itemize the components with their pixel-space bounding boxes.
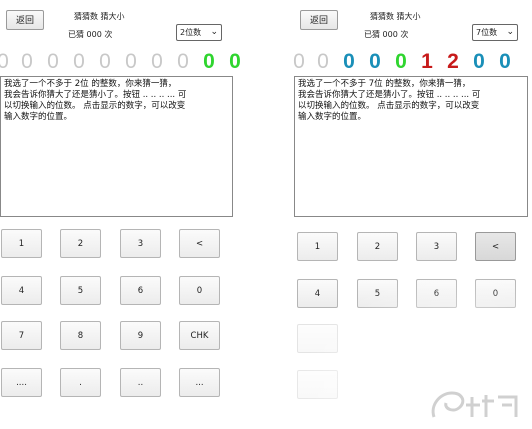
digits-switch-3-button[interactable]: ... — [179, 368, 220, 397]
digits-switch-1-button[interactable]: . — [60, 368, 101, 397]
digit-2[interactable]: 0 — [40, 49, 66, 75]
key-2[interactable]: 2 — [357, 232, 398, 261]
digit-7[interactable]: 0 — [466, 49, 492, 75]
digit-4[interactable]: 0 — [92, 49, 118, 75]
key-0[interactable]: 0 — [475, 279, 516, 308]
key-3[interactable]: 3 — [120, 229, 161, 258]
key-1[interactable]: 1 — [297, 232, 338, 261]
key-3[interactable]: 3 — [416, 232, 457, 261]
digit-count-select[interactable]: 7位数 ⌄ — [472, 24, 518, 41]
key-6[interactable]: 6 — [120, 276, 161, 305]
digit-4[interactable]: 0 — [388, 49, 414, 75]
digit-0[interactable]: 0 — [288, 49, 310, 75]
digit-count-select[interactable]: 2位数 ⌄ — [176, 24, 222, 41]
guess-count: 已猜 000 次 — [364, 30, 409, 39]
digit-count-value: 2位数 — [180, 28, 202, 37]
digit-display: 0 0 0 0 0 1 2 0 0 — [288, 49, 518, 75]
digit-1[interactable]: 0 — [14, 49, 40, 75]
digit-8[interactable]: 0 — [492, 49, 518, 75]
digit-6[interactable]: 0 — [144, 49, 170, 75]
digit-1[interactable]: 0 — [310, 49, 336, 75]
digit-5[interactable]: 1 — [414, 49, 440, 75]
digit-2[interactable]: 0 — [336, 49, 362, 75]
digit-3[interactable]: 0 — [66, 49, 92, 75]
digit-count-value: 7位数 — [476, 28, 498, 37]
digit-7[interactable]: 0 — [170, 49, 196, 75]
digit-display: 0 0 0 0 0 0 0 0 0 0 — [0, 49, 248, 75]
game-title: 猜猜数 猜大小 — [370, 12, 421, 21]
guess-count: 已猜 000 次 — [68, 30, 113, 39]
key-0[interactable]: 0 — [179, 276, 220, 305]
digit-0[interactable]: 0 — [0, 49, 14, 75]
key-5[interactable]: 5 — [60, 276, 101, 305]
key-2[interactable]: 2 — [60, 229, 101, 258]
check-button[interactable]: CHK — [179, 321, 220, 350]
key-4[interactable]: 4 — [297, 279, 338, 308]
back-button[interactable]: 返回 — [6, 10, 44, 30]
message-textarea[interactable]: 我选了一个不多于 2位 的整数，你来猜一猜， 我会告诉你猜大了还是猜小了。按钮 … — [0, 76, 233, 217]
key-7[interactable]: 7 — [1, 321, 42, 350]
digits-switch-2-button[interactable]: .. — [120, 368, 161, 397]
key-7-obscured[interactable] — [297, 324, 338, 353]
digit-3[interactable]: 0 — [362, 49, 388, 75]
chevron-down-icon: ⌄ — [210, 27, 218, 37]
key-5[interactable]: 5 — [357, 279, 398, 308]
left-game-panel: 返回 猜猜数 猜大小 已猜 000 次 2位数 ⌄ 0 0 0 0 0 0 0 … — [0, 0, 266, 429]
digits-switch-4-button[interactable]: .... — [1, 368, 42, 397]
key-8[interactable]: 8 — [60, 321, 101, 350]
right-game-panel: 返回 猜猜数 猜大小 已猜 000 次 7位数 ⌄ 0 0 0 0 0 1 2 … — [266, 0, 532, 429]
watermark-logo-icon — [431, 391, 518, 418]
key-digit-switch-obscured[interactable] — [297, 370, 338, 399]
key-backspace[interactable]: < — [475, 232, 516, 261]
digit-8[interactable]: 0 — [196, 49, 222, 75]
digit-9[interactable]: 0 — [222, 49, 248, 75]
key-4[interactable]: 4 — [1, 276, 42, 305]
key-9[interactable]: 9 — [120, 321, 161, 350]
key-backspace[interactable]: < — [179, 229, 220, 258]
game-title: 猜猜数 猜大小 — [74, 12, 125, 21]
chevron-down-icon: ⌄ — [506, 27, 514, 37]
key-1[interactable]: 1 — [1, 229, 42, 258]
digit-5[interactable]: 0 — [118, 49, 144, 75]
back-button[interactable]: 返回 — [300, 10, 338, 30]
message-textarea[interactable]: 我选了一个不多于 7位 的整数，你来猜一猜， 我会告诉你猜大了还是猜小了。按钮 … — [294, 76, 528, 217]
digit-6[interactable]: 2 — [440, 49, 466, 75]
key-6[interactable]: 6 — [416, 279, 457, 308]
